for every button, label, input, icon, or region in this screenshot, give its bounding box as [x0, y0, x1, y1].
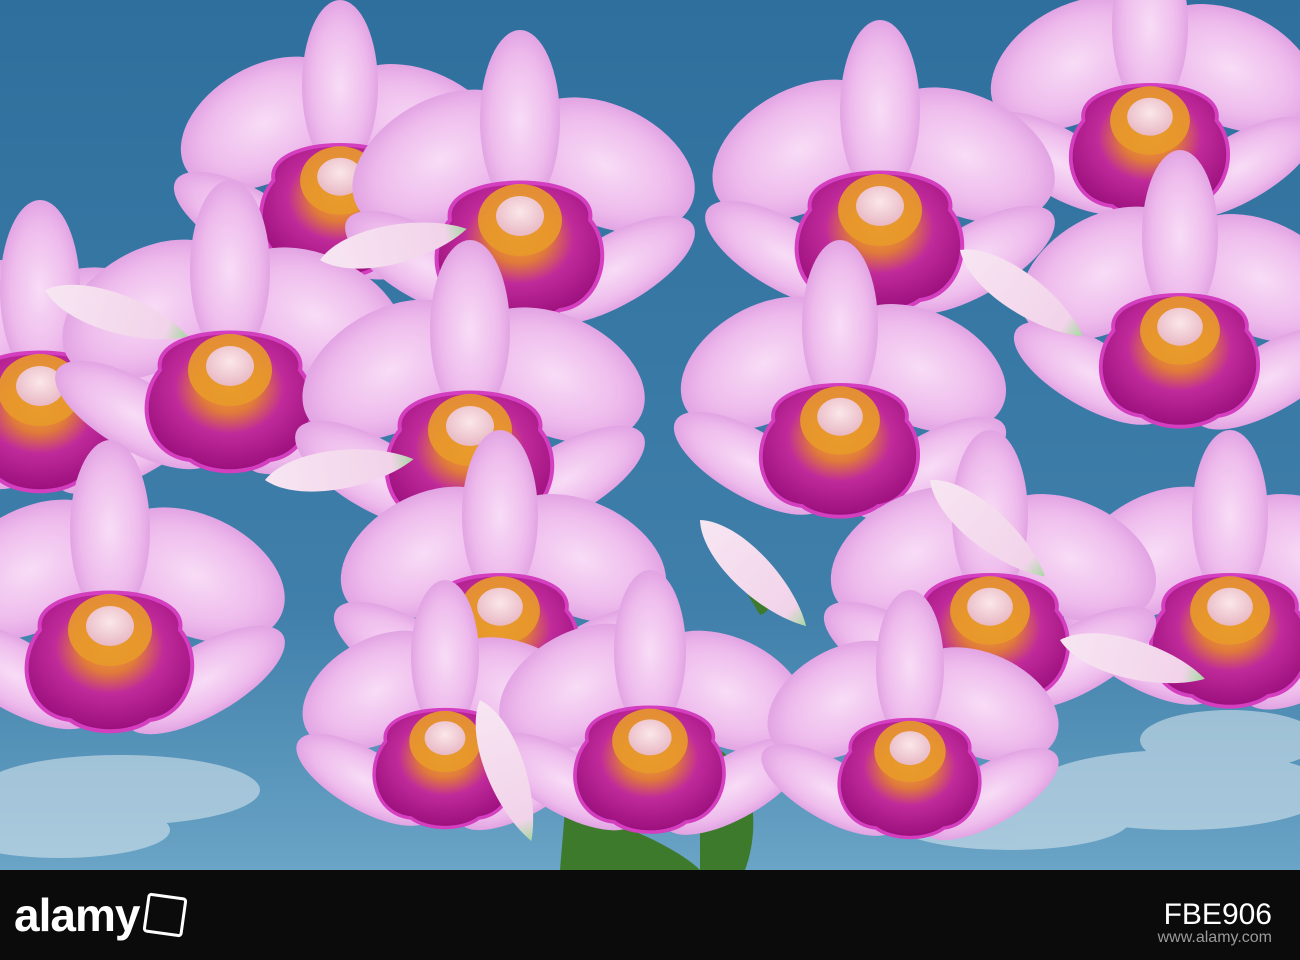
orchid-photo	[0, 0, 1300, 870]
logo-mark-icon	[142, 892, 189, 938]
logo-text: alamy	[14, 889, 140, 941]
alamy-logo: alamy	[14, 889, 189, 941]
watermark-banner: alamy FBE906 www.alamy.com	[0, 870, 1300, 960]
orchid-illustration	[0, 0, 1300, 870]
site-url: www.alamy.com	[1157, 929, 1272, 946]
